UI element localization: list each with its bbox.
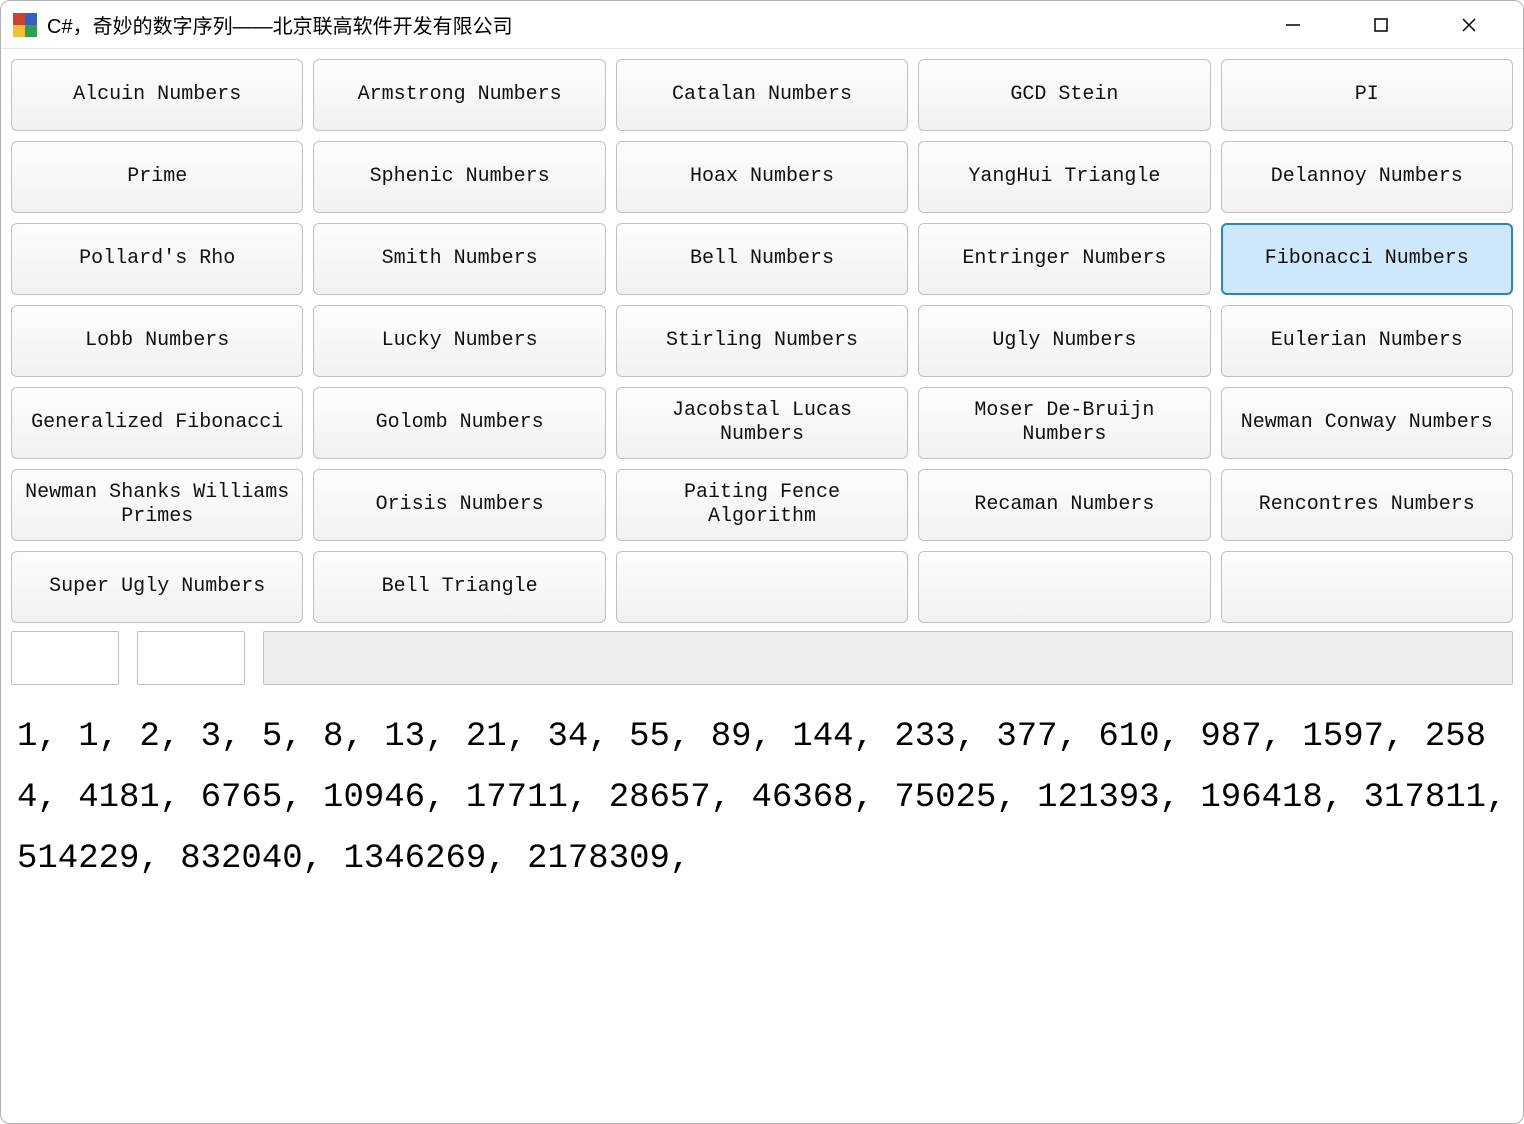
seq-button-empty-33[interactable] [918, 551, 1210, 623]
seq-button-orisis-numbers[interactable]: Orisis Numbers [313, 469, 605, 541]
seq-button-hoax-numbers[interactable]: Hoax Numbers [616, 141, 908, 213]
seq-button-smith-numbers[interactable]: Smith Numbers [313, 223, 605, 295]
seq-button-lobb-numbers[interactable]: Lobb Numbers [11, 305, 303, 377]
minimize-button[interactable] [1269, 5, 1317, 45]
seq-button-catalan-numbers[interactable]: Catalan Numbers [616, 59, 908, 131]
seq-button-newman-shanks-williams-primes[interactable]: Newman Shanks Williams Primes [11, 469, 303, 541]
seq-button-fibonacci-numbers[interactable]: Fibonacci Numbers [1221, 223, 1513, 295]
input-box-2[interactable] [137, 631, 245, 685]
button-grid: Alcuin NumbersArmstrong NumbersCatalan N… [11, 59, 1513, 623]
seq-button-super-ugly-numbers[interactable]: Super Ugly Numbers [11, 551, 303, 623]
app-icon [13, 13, 37, 37]
input-box-1[interactable] [11, 631, 119, 685]
seq-button-gcd-stein[interactable]: GCD Stein [918, 59, 1210, 131]
seq-button-yanghui-triangle[interactable]: YangHui Triangle [918, 141, 1210, 213]
seq-button-lucky-numbers[interactable]: Lucky Numbers [313, 305, 605, 377]
seq-button-delannoy-numbers[interactable]: Delannoy Numbers [1221, 141, 1513, 213]
seq-button-jacobstal-lucas-numbers[interactable]: Jacobstal Lucas Numbers [616, 387, 908, 459]
seq-button-rencontres-numbers[interactable]: Rencontres Numbers [1221, 469, 1513, 541]
seq-button-prime[interactable]: Prime [11, 141, 303, 213]
seq-button-paiting-fence-algorithm[interactable]: Paiting Fence Algorithm [616, 469, 908, 541]
seq-button-pollard-s-rho[interactable]: Pollard's Rho [11, 223, 303, 295]
seq-button-newman-conway-numbers[interactable]: Newman Conway Numbers [1221, 387, 1513, 459]
seq-button-eulerian-numbers[interactable]: Eulerian Numbers [1221, 305, 1513, 377]
window-controls [1269, 5, 1493, 45]
titlebar: C#，奇妙的数字序列——北京联高软件开发有限公司 [1, 1, 1523, 49]
seq-button-alcuin-numbers[interactable]: Alcuin Numbers [11, 59, 303, 131]
seq-button-sphenic-numbers[interactable]: Sphenic Numbers [313, 141, 605, 213]
seq-button-golomb-numbers[interactable]: Golomb Numbers [313, 387, 605, 459]
input-row [11, 631, 1513, 685]
seq-button-empty-32[interactable] [616, 551, 908, 623]
seq-button-ugly-numbers[interactable]: Ugly Numbers [918, 305, 1210, 377]
output-panel: 1, 1, 2, 3, 5, 8, 13, 21, 34, 55, 89, 14… [11, 693, 1513, 1113]
app-window: C#，奇妙的数字序列——北京联高软件开发有限公司 Alcuin NumbersA… [0, 0, 1524, 1124]
seq-button-bell-triangle[interactable]: Bell Triangle [313, 551, 605, 623]
seq-button-pi[interactable]: PI [1221, 59, 1513, 131]
seq-button-entringer-numbers[interactable]: Entringer Numbers [918, 223, 1210, 295]
seq-button-stirling-numbers[interactable]: Stirling Numbers [616, 305, 908, 377]
window-title: C#，奇妙的数字序列——北京联高软件开发有限公司 [47, 10, 1269, 39]
seq-button-recaman-numbers[interactable]: Recaman Numbers [918, 469, 1210, 541]
content-area: Alcuin NumbersArmstrong NumbersCatalan N… [1, 49, 1523, 1123]
seq-button-armstrong-numbers[interactable]: Armstrong Numbers [313, 59, 605, 131]
seq-button-bell-numbers[interactable]: Bell Numbers [616, 223, 908, 295]
close-button[interactable] [1445, 5, 1493, 45]
seq-button-empty-34[interactable] [1221, 551, 1513, 623]
maximize-button[interactable] [1357, 5, 1405, 45]
seq-button-moser-de-bruijn-numbers[interactable]: Moser De-Bruijn Numbers [918, 387, 1210, 459]
progress-box [263, 631, 1513, 685]
seq-button-generalized-fibonacci[interactable]: Generalized Fibonacci [11, 387, 303, 459]
